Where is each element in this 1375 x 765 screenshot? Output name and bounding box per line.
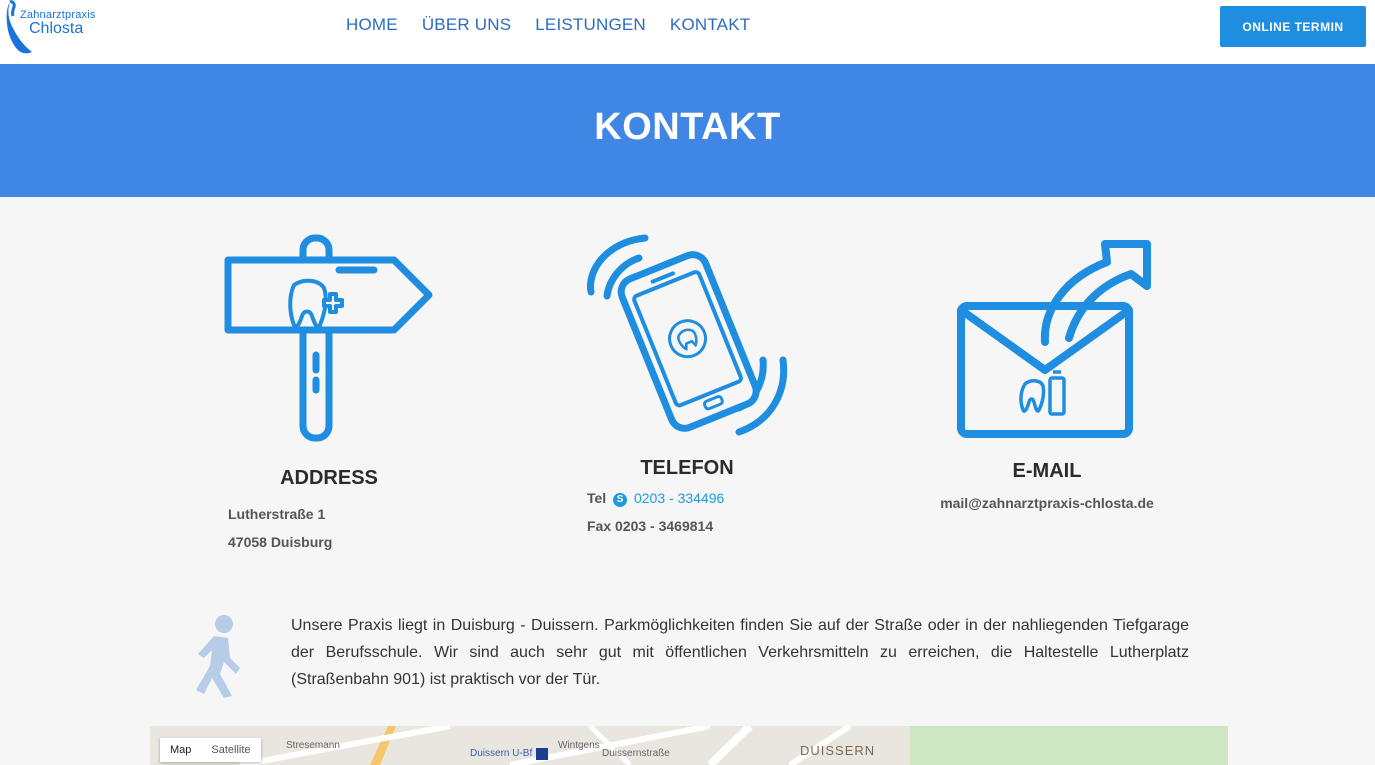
tel-number-link[interactable]: 0203 - 334496 — [634, 490, 724, 506]
phone-column: TELEFON Tel S 0203 - 334496 Fax 0203 - 3… — [577, 230, 797, 540]
address-column: ADDRESS Lutherstraße 1 47058 Duisburg — [224, 230, 433, 556]
map-label-stresemann: Stresemann — [286, 740, 340, 751]
nav-home[interactable]: HOME — [346, 15, 398, 35]
tel-line: Tel S 0203 - 334496 — [587, 484, 797, 512]
map-label-duissernstrasse: Duissernstraße — [602, 748, 670, 759]
tel-label: Tel — [587, 490, 607, 506]
email-info: mail@zahnarztpraxis-chlosta.de — [917, 489, 1177, 517]
map[interactable]: Map Satellite Duissern U-Bf DUISSERN Win… — [150, 726, 1228, 765]
address-title: ADDRESS — [280, 467, 378, 489]
address-line-1: Lutherstraße 1 — [228, 506, 326, 522]
signpost-icon — [224, 234, 433, 442]
nav-ueber-uns[interactable]: ÜBER UNS — [422, 15, 511, 35]
fax-line: Fax 0203 - 3469814 — [587, 518, 714, 534]
directions-text: Unsere Praxis liegt in Duisburg - Duisse… — [291, 617, 1189, 688]
online-termin-button[interactable]: ONLINE TERMIN — [1220, 6, 1366, 47]
address-line-2: 47058 Duisburg — [228, 534, 333, 550]
page-banner: KONTAKT — [0, 64, 1375, 197]
map-tab-satellite[interactable]: Satellite — [201, 738, 261, 762]
nav-kontakt[interactable]: KONTAKT — [670, 15, 750, 35]
smartphone-icon — [587, 234, 788, 436]
map-type-tabs: Map Satellite — [160, 738, 261, 762]
address-info: Lutherstraße 1 47058 Duisburg — [228, 500, 430, 556]
email-title: E-MAIL — [1012, 460, 1082, 482]
map-label-wintgens: Wintgens — [558, 740, 600, 751]
phone-info: Tel S 0203 - 334496 Fax 0203 - 3469814 — [577, 484, 797, 540]
nav-leistungen[interactable]: LEISTUNGEN — [535, 15, 646, 35]
phone-title: TELEFON — [640, 457, 734, 479]
email-column: E-MAIL mail@zahnarztpraxis-chlosta.de — [917, 230, 1177, 517]
logo-line-2: Chlosta — [29, 20, 84, 37]
page-title: KONTAKT — [594, 106, 781, 148]
map-label-ubahn: Duissern U-Bf — [470, 748, 533, 759]
site-header: Zahnarztpraxis Chlosta HOME ÜBER UNS LEI… — [0, 0, 1375, 64]
walking-person-icon — [196, 615, 240, 698]
skype-icon: S — [613, 493, 628, 507]
logo[interactable]: Zahnarztpraxis Chlosta — [0, 0, 120, 60]
email-address[interactable]: mail@zahnarztpraxis-chlosta.de — [917, 489, 1177, 517]
envelope-icon — [957, 240, 1151, 438]
map-label-duissern: DUISSERN — [800, 743, 876, 758]
main-nav: HOME ÜBER UNS LEISTUNGEN KONTAKT — [346, 15, 750, 35]
map-tab-map[interactable]: Map — [160, 738, 202, 762]
